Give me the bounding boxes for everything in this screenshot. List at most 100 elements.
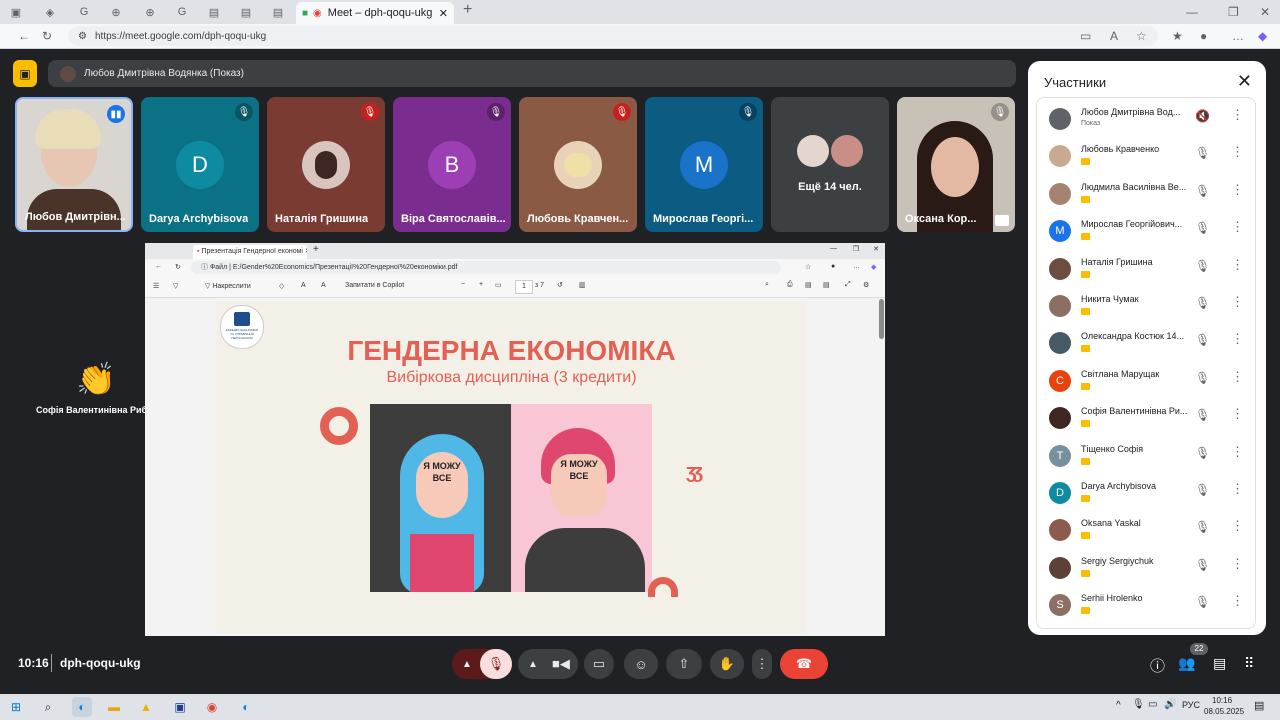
more-participants-tile[interactable]: Ещё 14 чел.	[771, 97, 889, 232]
site-info-icon[interactable]: ⚙	[78, 31, 87, 42]
contents-icon[interactable]: ☰	[153, 282, 159, 290]
copilot-icon[interactable]: ◆	[871, 263, 876, 271]
reload-icon[interactable]: ↻	[42, 24, 52, 48]
profile-icon[interactable]: ●	[831, 263, 835, 270]
participant-tile[interactable]: 🎙 M Мирослав Георгі...	[645, 97, 763, 232]
pdf-scrollbar[interactable]	[879, 299, 884, 339]
fullscreen-icon[interactable]: ⤢	[845, 281, 851, 289]
new-tab-icon[interactable]: +	[313, 244, 319, 255]
tab-icon[interactable]: ◈	[38, 3, 62, 21]
page-view-icon[interactable]: ▥	[579, 281, 586, 289]
more-options-icon[interactable]: ⋮	[1231, 107, 1244, 123]
mic-options-icon[interactable]: ▲	[462, 659, 472, 670]
mic-off-icon[interactable]: 🎙	[1195, 296, 1210, 310]
more-options-icon[interactable]: ⋮	[1231, 182, 1244, 198]
mic-off-icon[interactable]: 🎙	[1195, 408, 1210, 422]
close-panel-icon[interactable]: ✕	[1237, 71, 1252, 92]
pdf-tab[interactable]: ▪ Презентація Гендерної економі ✕	[193, 245, 307, 259]
participant-row[interactable]: Sergiy Sergiychuk 🎙 ⋮	[1037, 549, 1255, 586]
participant-row[interactable]: Олександра Костюк 14... 🎙 ⋮	[1037, 324, 1255, 361]
presenting-icon[interactable]: ▣	[13, 60, 37, 87]
camera-button[interactable]: ■◀	[552, 656, 570, 672]
close-tab-icon[interactable]: ✕	[439, 7, 448, 20]
mic-off-icon[interactable]: 🎙	[1195, 333, 1210, 347]
back-icon[interactable]: ←	[155, 263, 162, 270]
more-options-icon[interactable]: ⋮	[1231, 518, 1244, 534]
file-explorer-icon[interactable]: ▬	[104, 697, 124, 717]
more-options-icon[interactable]: ⋮	[1231, 444, 1244, 460]
camera-options-icon[interactable]: ▲	[528, 659, 538, 670]
participant-tile[interactable]: 🎙 Наталія Гришина	[267, 97, 385, 232]
captions-button[interactable]: ▭	[584, 649, 614, 679]
edge-dev-icon[interactable]: ◐	[236, 697, 256, 717]
search-icon[interactable]: ⌕	[765, 281, 769, 289]
present-button[interactable]: ⇧	[666, 649, 702, 679]
erase-icon[interactable]: ◇	[279, 282, 284, 290]
more-options-icon[interactable]: ⋮	[1231, 331, 1244, 347]
mic-off-icon[interactable]: 🎙	[1195, 146, 1210, 160]
tab-icon[interactable]: ▤	[266, 3, 290, 21]
app-icon[interactable]: ▲	[136, 697, 156, 717]
language-indicator[interactable]: РУС	[1182, 700, 1200, 710]
read-aloud-icon[interactable]: A	[1110, 24, 1118, 48]
emoji-button[interactable]: ☺	[624, 649, 658, 679]
new-tab-icon[interactable]: +	[463, 0, 472, 22]
chrome-icon[interactable]: ◉	[202, 697, 222, 717]
edge-icon[interactable]: ◐	[72, 697, 92, 717]
participant-row[interactable]: Софія Валентинівна Ри... 🎙 ⋮	[1037, 399, 1255, 436]
network-icon[interactable]: ▭	[1148, 699, 1157, 710]
end-call-button[interactable]: ☎	[780, 649, 828, 679]
tab-icon[interactable]: G	[72, 3, 96, 21]
more-options-button[interactable]: ⋮	[752, 649, 772, 679]
fit-page-icon[interactable]: ▭	[495, 281, 502, 289]
more-options-icon[interactable]: ⋮	[1231, 144, 1244, 160]
clock-time[interactable]: 10:16	[1212, 696, 1232, 705]
participant-tile[interactable]: 🎙 D Darya Archybisova	[141, 97, 259, 232]
participant-row[interactable]: Любов Дмитрівна Вод... Показ 🔇 ⋮	[1037, 100, 1255, 137]
participant-tile[interactable]: 🎙 В Віра Святославів...	[393, 97, 511, 232]
more-options-icon[interactable]: ⋮	[1231, 294, 1244, 310]
camera-icon[interactable]: ▭	[1080, 24, 1091, 48]
participant-row[interactable]: С Світлана Марущак 🎙 ⋮	[1037, 362, 1255, 399]
info-icon[interactable]: ⓘ	[1150, 655, 1165, 676]
text-icon[interactable]: A	[301, 282, 306, 289]
chat-icon[interactable]: ▤	[1213, 655, 1226, 672]
tab-icon[interactable]: ⊕	[104, 3, 128, 21]
favorite-icon[interactable]: ☆	[1136, 24, 1147, 48]
favorites-bar-icon[interactable]: ★	[1172, 24, 1183, 48]
participant-row[interactable]: S Serhii Hrolenko 🎙 ⋮	[1037, 586, 1255, 623]
save-icon[interactable]: ▤	[805, 281, 812, 289]
start-icon[interactable]: ⊞	[6, 697, 26, 717]
participant-row[interactable]: M Мирослав Георгійович... 🎙 ⋮	[1037, 212, 1255, 249]
rotate-icon[interactable]: ↺	[557, 281, 563, 289]
copilot-icon[interactable]: ◆	[1258, 24, 1267, 48]
participant-tile[interactable]: ▮▮ Любов Дмитрівн...	[15, 97, 133, 232]
save-app-icon[interactable]: ▣	[170, 697, 190, 717]
tab-icon[interactable]: ▤	[234, 3, 258, 21]
draw-button[interactable]: ▽ Накреслити	[205, 282, 251, 290]
save-as-icon[interactable]: ▤	[823, 281, 830, 289]
highlight-icon[interactable]: ▽	[173, 282, 178, 290]
zoom-out-icon[interactable]: −	[461, 281, 465, 288]
close-window-icon[interactable]: ✕	[873, 245, 879, 253]
participant-row[interactable]: Наталія Гришина 🎙 ⋮	[1037, 250, 1255, 287]
more-options-icon[interactable]: ⋮	[1231, 593, 1244, 609]
more-options-icon[interactable]: …	[853, 263, 860, 270]
minimize-icon[interactable]: —	[830, 245, 837, 252]
minimize-icon[interactable]: —	[1186, 0, 1198, 24]
more-options-icon[interactable]: ⋮	[1231, 219, 1244, 235]
mic-off-icon[interactable]: 🎙	[1195, 371, 1210, 385]
pip-icon[interactable]	[995, 215, 1009, 226]
more-options-icon[interactable]: …	[1232, 24, 1244, 48]
page-number-input[interactable]: 1	[515, 280, 533, 294]
more-options-icon[interactable]: ⋮	[1231, 556, 1244, 572]
mic-off-icon[interactable]: 🎙	[1195, 221, 1210, 235]
zoom-in-icon[interactable]: +	[479, 281, 483, 288]
copilot-button[interactable]: Запитати в Copilot	[345, 282, 404, 289]
participant-tile[interactable]: 🎙 Любовь Кравчен...	[519, 97, 637, 232]
participant-row[interactable]: Т Тіщенко Софія 🎙 ⋮	[1037, 437, 1255, 474]
volume-off-icon[interactable]: 🔇	[1195, 109, 1210, 123]
raise-hand-button[interactable]: ✋	[710, 649, 744, 679]
search-icon[interactable]: ⌕	[38, 697, 58, 717]
mic-off-icon[interactable]: 🎙	[1195, 184, 1210, 198]
